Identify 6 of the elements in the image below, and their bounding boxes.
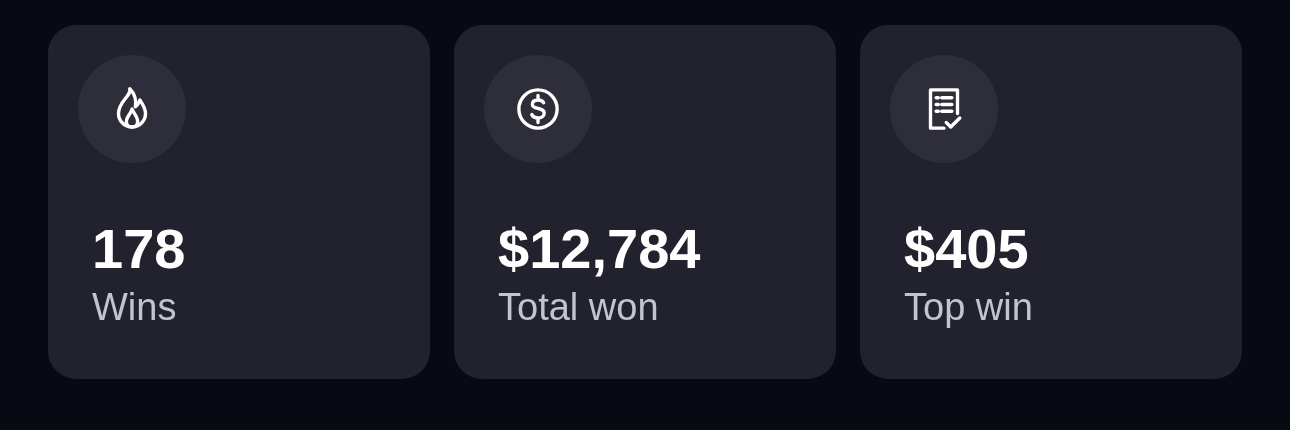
stat-label: Wins [92,285,178,329]
stat-label: Total won [498,285,660,329]
stat-value: $12,784 [498,217,702,281]
stat-label: Top win [904,285,1034,329]
stat-value: $405 [904,217,1030,281]
stat-value: 178 [92,217,187,281]
